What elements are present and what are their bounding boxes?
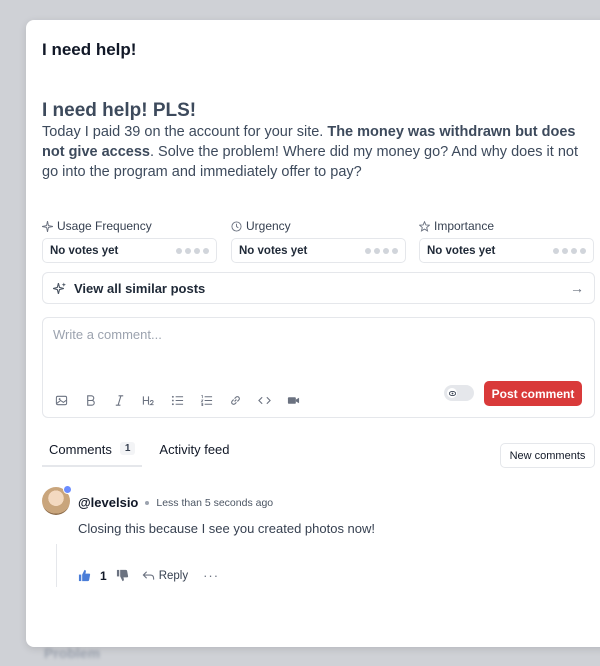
vote-selector[interactable]: No votes yet: [231, 238, 406, 263]
vote-label: Usage Frequency: [57, 219, 152, 233]
code-icon[interactable]: [256, 392, 272, 408]
vote-urgency: Urgency No votes yet: [231, 218, 406, 263]
thumbs-down-icon[interactable]: [116, 569, 129, 582]
vote-selector[interactable]: No votes yet: [42, 238, 217, 263]
sparkles-icon: [53, 282, 66, 294]
vote-dots[interactable]: [365, 247, 398, 254]
bullet-list-icon[interactable]: [169, 392, 185, 408]
eye-icon: [447, 388, 457, 398]
comment-time: Less than 5 seconds ago: [156, 496, 274, 509]
verified-badge-icon: [63, 485, 72, 494]
post-modal: I need help! I need help! PLS! Today I p…: [26, 20, 600, 647]
similar-posts-label: View all similar posts: [74, 280, 206, 296]
star-icon: [419, 220, 430, 232]
like-count: 1: [100, 568, 107, 583]
comment-tabs: Comments 1 Activity feed: [42, 442, 237, 467]
post-body: Today I paid 39 on the account for your …: [42, 122, 598, 182]
vote-selector[interactable]: No votes yet: [419, 238, 594, 263]
numbered-list-icon[interactable]: [198, 392, 214, 408]
visibility-toggle[interactable]: [444, 385, 474, 401]
editor-toolbar: [53, 392, 301, 408]
backdrop-text: Problem: [44, 645, 101, 661]
post-title: I need help! PLS!: [42, 100, 197, 121]
video-icon[interactable]: [285, 392, 301, 408]
comment-text: Closing this because I see you created p…: [78, 521, 376, 536]
reply-label: Reply: [158, 569, 189, 582]
arrow-right-icon: →: [570, 280, 584, 296]
comment-author[interactable]: @levelsio: [78, 495, 138, 510]
reply-button[interactable]: Reply: [142, 569, 188, 582]
post-body-text: Today I paid 39 on the account for your …: [42, 124, 328, 140]
vote-dots[interactable]: [553, 247, 586, 254]
heading-icon[interactable]: [140, 392, 156, 408]
vote-importance: Importance No votes yet: [419, 218, 594, 263]
more-options-icon[interactable]: ···: [203, 568, 219, 583]
vote-dots[interactable]: [176, 247, 209, 254]
image-icon[interactable]: [53, 392, 69, 408]
post-comment-button[interactable]: Post comment: [484, 381, 582, 406]
thumbs-up-icon[interactable]: [78, 569, 91, 582]
vote-label: Importance: [434, 219, 495, 233]
new-comments-button[interactable]: New comments: [500, 443, 595, 468]
tab-comments[interactable]: Comments 1: [42, 442, 143, 467]
comment-input[interactable]: [53, 327, 573, 342]
vote-value: No votes yet: [50, 244, 119, 257]
reply-icon: [142, 571, 154, 580]
clock-icon: [231, 220, 242, 232]
tab-activity-label: Activity feed: [159, 442, 230, 457]
vote-value: No votes yet: [427, 244, 496, 257]
bold-icon[interactable]: [82, 392, 98, 408]
separator-dot: [145, 500, 150, 505]
vote-value: No votes yet: [239, 244, 308, 257]
tab-comments-label: Comments: [49, 442, 112, 457]
comments-count-badge: 1: [119, 442, 136, 455]
italic-icon[interactable]: [111, 392, 127, 408]
view-similar-posts-button[interactable]: View all similar posts →: [42, 272, 595, 304]
sparkle-icon: [42, 220, 53, 232]
tab-activity-feed[interactable]: Activity feed: [152, 442, 236, 467]
vote-label: Urgency: [246, 219, 291, 233]
comment-editor: Post comment: [42, 317, 595, 418]
modal-title: I need help!: [42, 40, 137, 59]
link-icon[interactable]: [227, 392, 243, 408]
thread-line: [56, 544, 57, 587]
vote-usage-frequency: Usage Frequency No votes yet: [42, 218, 217, 263]
comment-actions: 1 Reply ···: [78, 568, 219, 583]
